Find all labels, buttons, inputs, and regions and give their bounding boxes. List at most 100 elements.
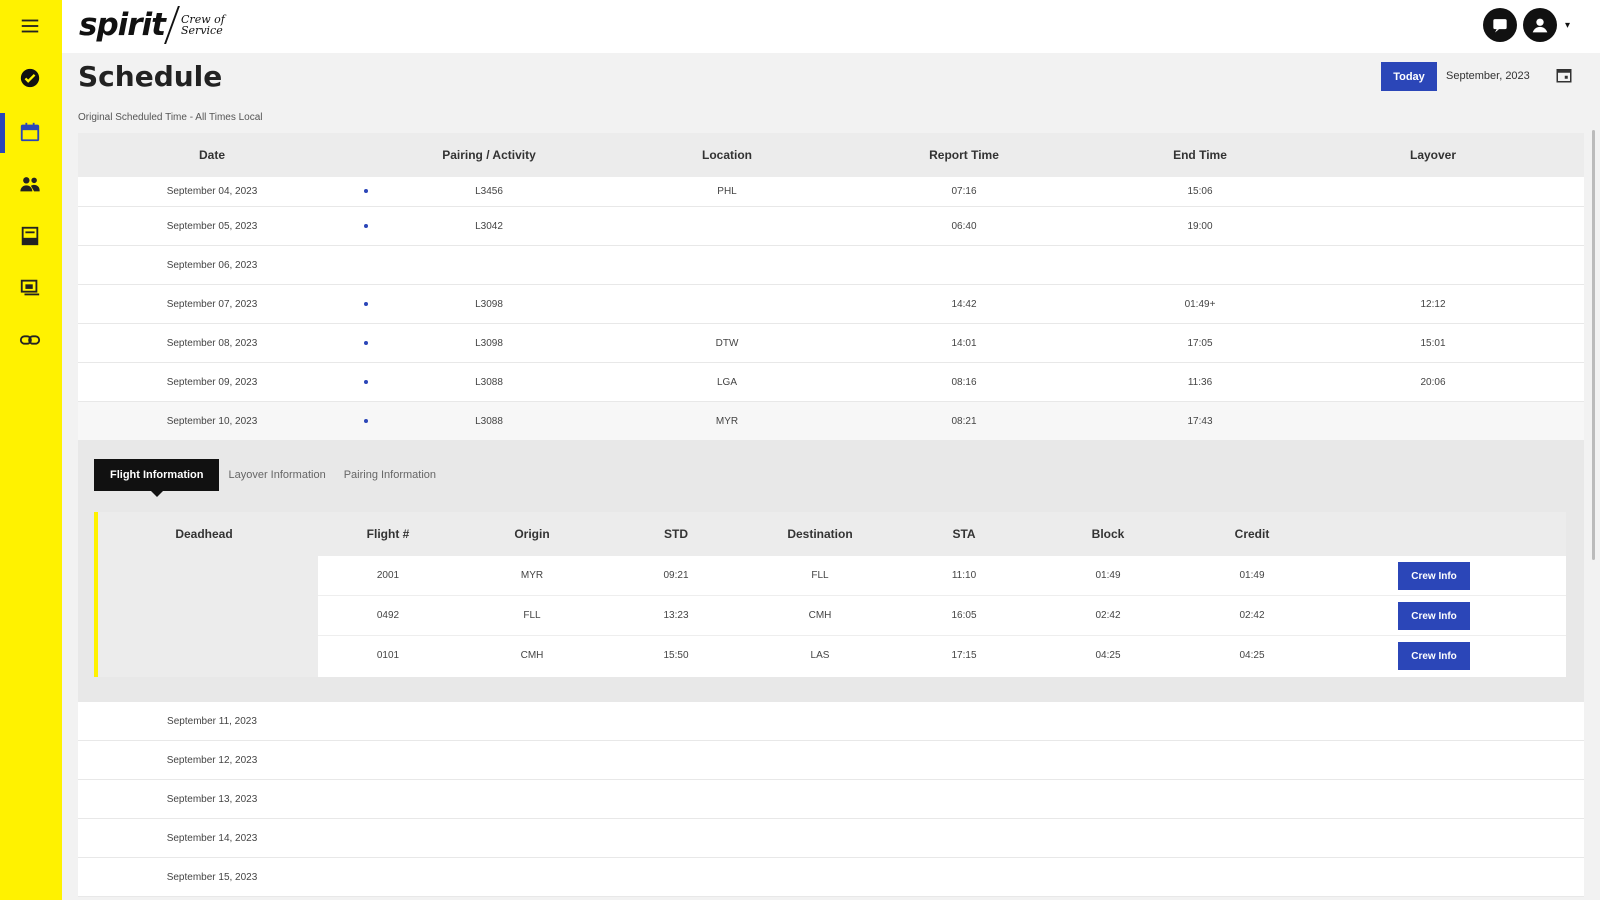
cell-pairing[interactable]: L3098 (475, 299, 503, 310)
cell-report-time: 08:21 (951, 416, 977, 427)
menu-icon[interactable] (16, 12, 44, 40)
vertical-scrollbar[interactable] (1592, 130, 1595, 560)
table-header: Date Pairing / Activity Location Report … (78, 133, 1584, 177)
calendar-picker-icon[interactable] (1555, 66, 1573, 84)
monitor-icon[interactable] (16, 274, 44, 302)
table-row[interactable]: September 13, 2023 (78, 780, 1584, 819)
cell-date: September 12, 2023 (166, 755, 258, 766)
activity-dot (364, 419, 368, 423)
header-pairing: Pairing / Activity (442, 148, 536, 162)
header-destination: Destination (787, 527, 853, 541)
table-row[interactable]: September 07, 2023 L3098 14:42 01:49+ 12… (78, 285, 1584, 324)
crew-info-button[interactable]: Crew Info (1398, 642, 1470, 670)
user-avatar-icon[interactable] (1522, 8, 1557, 42)
cell-credit: 04:25 (1239, 650, 1265, 661)
flight-row: 2001 MYR 09:21 FLL 11:10 01:49 01:49 Cre… (318, 556, 1566, 596)
check-circle-icon[interactable] (16, 64, 44, 92)
activity-dot (364, 380, 368, 384)
calendar-icon[interactable] (16, 118, 44, 146)
cell-report-time: 07:16 (951, 186, 977, 197)
tab-layover-information[interactable]: Layover Information (219, 459, 334, 491)
cell-pairing[interactable]: L3088 (475, 377, 503, 388)
table-row-selected[interactable]: September 10, 2023 L3088 MYR 08:21 17:43 (78, 402, 1584, 441)
top-right-controls: ▾ (1482, 8, 1570, 42)
cell-date: September 10, 2023 (166, 416, 258, 427)
cell-destination: LAS (810, 650, 830, 661)
cell-pairing[interactable]: L3098 (475, 338, 503, 349)
activity-dot (364, 189, 368, 193)
cell-date: September 13, 2023 (166, 794, 258, 805)
pairing-detail-panel: Flight Information Layover Information P… (78, 440, 1584, 702)
people-icon[interactable] (16, 170, 44, 198)
cell-location: LGA (716, 377, 738, 388)
tab-flight-information[interactable]: Flight Information (94, 459, 220, 497)
cell-sta: 11:10 (951, 570, 977, 581)
cell-destination: FLL (811, 570, 829, 581)
cell-block: 02:42 (1095, 610, 1121, 621)
cell-layover: 12:12 (1420, 299, 1446, 310)
table-row[interactable]: September 15, 2023 (78, 858, 1584, 897)
cell-std: 09:21 (663, 570, 689, 581)
tab-pairing-information[interactable]: Pairing Information (335, 459, 445, 491)
page-title: Schedule (78, 60, 223, 93)
header-layover: Layover (1409, 148, 1457, 162)
cell-date: September 06, 2023 (166, 260, 258, 271)
cell-date: September 08, 2023 (166, 338, 258, 349)
cell-pairing[interactable]: L3042 (475, 221, 503, 232)
inbox-icon[interactable] (16, 222, 44, 250)
header-deadhead: Deadhead (175, 527, 233, 541)
cell-flight-number: 2001 (376, 570, 400, 581)
table-row[interactable]: September 11, 2023 (78, 702, 1584, 741)
time-note: Original Scheduled Time - All Times Loca… (78, 112, 263, 123)
today-button[interactable]: Today (1381, 62, 1437, 91)
table-row[interactable]: September 08, 2023 L3098 DTW 14:01 17:05… (78, 324, 1584, 363)
header-end-time: End Time (1173, 148, 1227, 162)
table-row[interactable]: September 05, 2023 L3042 06:40 19:00 (78, 207, 1584, 246)
header-std: STD (664, 527, 688, 541)
cell-report-time: 06:40 (951, 221, 977, 232)
cell-location: PHL (717, 186, 737, 197)
cell-pairing[interactable]: L3088 (475, 416, 503, 427)
flight-table-header: Flight # Origin STD Destination STA Bloc… (318, 512, 1566, 556)
cell-pairing[interactable]: L3456 (475, 186, 503, 197)
spirit-logo[interactable]: spirit Crew of Service (79, 6, 233, 44)
cell-origin: MYR (520, 570, 544, 581)
flight-row: 0492 FLL 13:23 CMH 16:05 02:42 02:42 Cre… (318, 596, 1566, 636)
table-row[interactable]: September 04, 2023 L3456 PHL 07:16 15:06 (78, 177, 1584, 207)
cell-date: September 15, 2023 (166, 872, 258, 883)
header-sta: STA (952, 527, 976, 541)
cell-sta: 16:05 (951, 610, 977, 621)
cell-report-time: 14:01 (951, 338, 977, 349)
activity-dot (364, 341, 368, 345)
cell-flight-number: 0492 (376, 610, 400, 621)
cell-std: 15:50 (663, 650, 689, 661)
table-row[interactable]: September 12, 2023 (78, 741, 1584, 780)
cell-layover: 15:01 (1420, 338, 1446, 349)
crew-info-button[interactable]: Crew Info (1398, 562, 1470, 590)
table-row[interactable]: September 06, 2023 (78, 246, 1584, 285)
cell-block: 04:25 (1095, 650, 1121, 661)
crew-info-button[interactable]: Crew Info (1398, 602, 1470, 630)
cell-report-time: 08:16 (951, 377, 977, 388)
cell-end-time: 17:43 (1187, 416, 1213, 427)
cell-date: September 07, 2023 (166, 299, 258, 310)
header-location: Location (702, 148, 752, 162)
cell-origin: FLL (523, 610, 541, 621)
deadhead-column: Deadhead (98, 512, 318, 677)
logo-divider (164, 6, 180, 44)
table-row[interactable]: September 09, 2023 L3088 LGA 08:16 11:36… (78, 363, 1584, 402)
header-date: Date (198, 148, 226, 162)
header-credit: Credit (1234, 527, 1270, 541)
cell-end-time: 11:36 (1187, 377, 1213, 388)
sidebar (0, 0, 62, 900)
cell-end-time: 01:49+ (1184, 299, 1216, 310)
cell-end-time: 17:05 (1187, 338, 1213, 349)
cell-date: September 11, 2023 (167, 716, 257, 727)
cell-end-time: 15:06 (1187, 186, 1213, 197)
chevron-down-icon[interactable]: ▾ (1565, 20, 1570, 31)
cell-origin: CMH (520, 650, 544, 661)
link-icon[interactable] (16, 326, 44, 354)
table-row[interactable]: September 14, 2023 (78, 819, 1584, 858)
cell-date: September 09, 2023 (166, 377, 258, 388)
chat-icon[interactable] (1482, 8, 1517, 42)
